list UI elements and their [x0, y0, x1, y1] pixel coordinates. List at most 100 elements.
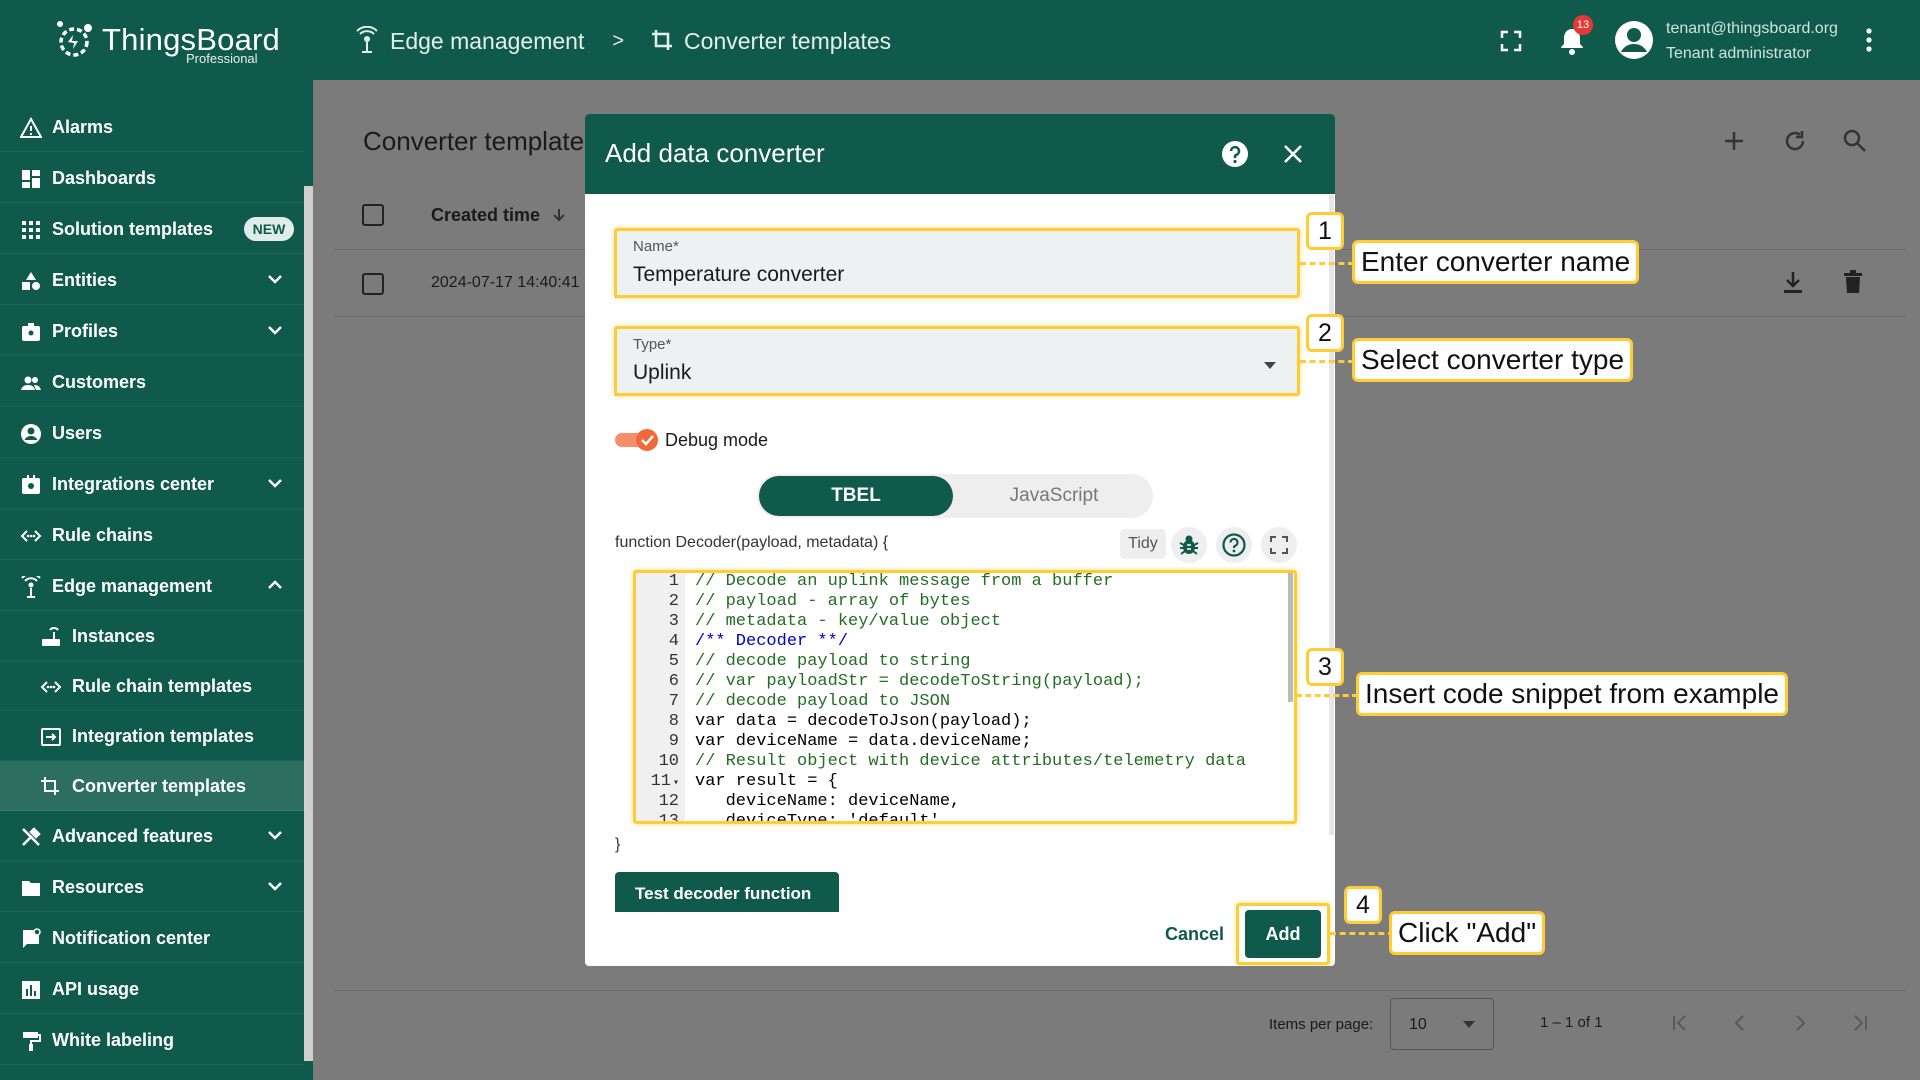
cancel-button[interactable]: Cancel: [1165, 924, 1224, 945]
column-header-created-time[interactable]: Created time: [431, 205, 567, 226]
input-icon: [41, 728, 61, 746]
first-page-icon[interactable]: [1670, 1013, 1690, 1033]
sidebar-item-customers[interactable]: Customers: [0, 357, 305, 407]
delete-icon[interactable]: [1843, 270, 1863, 294]
close-icon[interactable]: [1283, 144, 1303, 164]
user-icon: [21, 424, 41, 444]
tab-tbel[interactable]: TBEL: [759, 476, 953, 516]
callout-number-3: 3: [1306, 648, 1344, 686]
select-all-checkbox[interactable]: [362, 204, 384, 226]
breadcrumb-separator: >: [612, 29, 625, 52]
entities-icon: [22, 272, 40, 290]
chevron-right-icon[interactable]: [1790, 1013, 1810, 1033]
sidebar-item-entities[interactable]: Entities: [0, 255, 305, 305]
callout-connector-4: [1330, 932, 1394, 935]
function-signature: function Decoder(payload, metadata) {: [615, 534, 889, 551]
chevron-down-icon: [268, 882, 282, 891]
account-icon[interactable]: [1614, 20, 1654, 60]
add-icon[interactable]: [1722, 129, 1746, 153]
user-info[interactable]: tenant@thingsboard.org Tenant administra…: [1666, 16, 1838, 66]
sidebar-item-instances[interactable]: Instances: [0, 611, 305, 661]
bug-icon: [1179, 535, 1199, 555]
search-icon[interactable]: [1842, 128, 1868, 154]
items-per-page-label: Items per page:: [1269, 1016, 1374, 1033]
sidebar-item-converter-templates[interactable]: Converter templates: [0, 761, 305, 811]
dialog-title: Add data converter: [605, 138, 825, 168]
fullscreen-icon[interactable]: [1500, 30, 1522, 52]
sidebar-item-rule-chain-templates[interactable]: Rule chain templates: [0, 661, 305, 711]
sidebar-item-label: API usage: [52, 979, 140, 999]
sidebar-item-integrations-center[interactable]: Integrations center: [0, 459, 305, 509]
last-page-icon[interactable]: [1850, 1013, 1870, 1033]
sidebar-item-label: Dashboards: [52, 168, 157, 188]
sidebar-item-alarms[interactable]: Alarms: [0, 102, 305, 152]
notification-icon: [23, 928, 41, 948]
column-header-label: Created time: [431, 205, 541, 225]
debug-mode-label: Debug mode: [665, 430, 769, 450]
sidebar-item-edge-management[interactable]: Edge management: [0, 561, 305, 611]
chart-icon: [22, 981, 40, 999]
row-checkbox[interactable]: [362, 273, 384, 295]
chevron-down-icon: [268, 479, 282, 488]
sidebar-item-home-partial[interactable]: [0, 80, 305, 86]
more-vert-icon[interactable]: [1866, 28, 1872, 52]
script-help-button[interactable]: [1216, 527, 1252, 563]
sidebar-item-rule-chains[interactable]: Rule chains: [0, 510, 305, 560]
sidebar-item-notification-center[interactable]: Notification center: [0, 913, 305, 963]
tools-icon: [22, 827, 41, 846]
test-decoder-function-button[interactable]: Test decoder function: [615, 872, 839, 912]
callout-label-2: Select converter type: [1352, 338, 1634, 382]
logo-edition: Professional: [186, 51, 258, 66]
sidebar-item-api-usage[interactable]: API usage: [0, 964, 305, 1014]
edge-icon: [21, 576, 41, 598]
rule-chain-icon: [40, 681, 62, 693]
new-badge: NEW: [244, 217, 294, 241]
sidebar-item-integration-templates[interactable]: Integration templates: [0, 711, 305, 761]
logo[interactable]: ThingsBoard Professional: [52, 18, 280, 66]
add-data-converter-dialog: Add data converter Name* Temperature con…: [585, 114, 1335, 966]
tab-javascript[interactable]: JavaScript: [957, 476, 1151, 516]
highlight-code-editor: [633, 570, 1297, 824]
chevron-left-icon[interactable]: [1730, 1013, 1750, 1033]
sidebar-item-resources[interactable]: Resources: [0, 862, 305, 912]
editor-fullscreen-button[interactable]: [1261, 527, 1297, 563]
cell-created-time: 2024-07-17 14:40:41: [431, 274, 580, 291]
items-per-page-select[interactable]: [1390, 998, 1494, 1050]
debug-mode-toggle[interactable]: [615, 429, 659, 451]
top-bar: ThingsBoard Professional Edge management…: [0, 0, 1920, 80]
sidebar-item-label: Users: [52, 423, 103, 443]
chevron-down-icon: [268, 831, 282, 840]
transform-icon: [652, 30, 673, 50]
items-per-page-value: 10: [1409, 1016, 1427, 1033]
script-language-toggle: TBEL JavaScript: [757, 474, 1153, 518]
tidy-button[interactable]: Tidy: [1120, 529, 1166, 559]
warning-icon: [20, 117, 42, 138]
router-icon: [42, 627, 60, 646]
callout-connector-3: [1296, 694, 1358, 697]
notification-count-badge: 13: [1573, 15, 1593, 35]
sidebar-scrollbar[interactable]: [304, 186, 313, 1061]
sidebar-item-profiles[interactable]: Profiles: [0, 306, 305, 356]
breadcrumb: Edge management > Converter templates: [352, 26, 891, 56]
sidebar-item-white-labeling[interactable]: White labeling: [0, 1015, 305, 1065]
sidebar-item-label: Profiles: [52, 321, 119, 341]
sidebar-item-advanced-features[interactable]: Advanced features: [0, 811, 305, 861]
debug-button[interactable]: [1171, 527, 1207, 563]
refresh-icon[interactable]: [1782, 128, 1808, 154]
rule-chain-icon: [20, 530, 42, 542]
help-outline-icon: [1222, 533, 1246, 557]
arrow-down-icon: [553, 209, 565, 222]
sidebar-item-label: Integrations center: [52, 474, 215, 494]
sidebar-item-users[interactable]: Users: [0, 408, 305, 458]
sidebar-item-solution-templates[interactable]: Solution templates NEW: [0, 204, 305, 254]
breadcrumb-edge[interactable]: Edge management: [352, 26, 584, 56]
download-icon[interactable]: [1782, 270, 1804, 294]
sidebar-item-dashboards[interactable]: Dashboards: [0, 153, 305, 203]
breadcrumb-converter: Converter templates: [650, 28, 891, 55]
help-icon[interactable]: [1221, 140, 1249, 168]
sidebar-item-label: Resources: [52, 877, 145, 897]
customers-icon: [21, 376, 41, 390]
apps-icon: [22, 221, 40, 239]
callout-label-3: Insert code snippet from example: [1356, 672, 1788, 716]
dialog-scrollbar[interactable]: [1329, 195, 1334, 835]
